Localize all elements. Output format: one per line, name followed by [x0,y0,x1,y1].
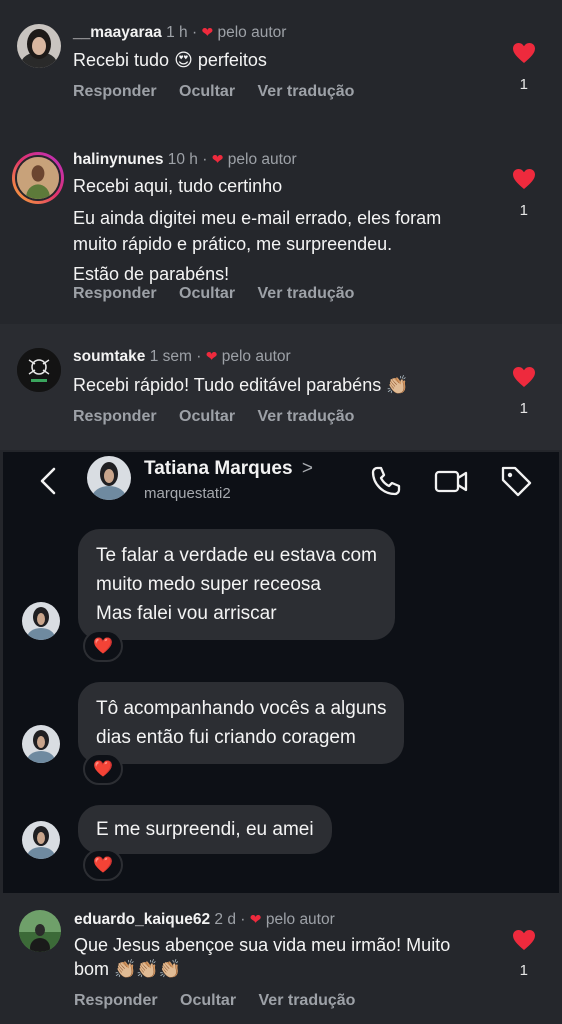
heart-icon[interactable] [512,168,536,190]
comment-text: Recebi rápido! Tudo editável parabéns 👏🏼 [73,372,513,398]
separator-dot: · [202,151,208,168]
chevron-right-icon: > [301,458,313,479]
comment-line: Que Jesus abençoe sua vida meu irmão! Mu… [74,935,451,955]
author-liked-label: pelo autor [227,151,297,168]
avatar[interactable] [19,910,61,952]
chevron-left-icon[interactable] [37,466,61,496]
comment-item: halinynunes 10 h · ❤ pelo autor Recebi a… [0,128,562,324]
video-camera-icon[interactable] [434,464,468,498]
heart-icon[interactable] [512,366,536,388]
comment-actions: Responder Ocultar Ver tradução [73,83,372,101]
separator-dot: · [191,24,198,41]
author-liked-label: pelo autor [217,24,287,41]
comment-line: Recebi aqui, tudo certinho [73,176,283,196]
see-translation-button[interactable]: Ver tradução [258,285,355,302]
avatar[interactable] [12,152,64,204]
comment-username[interactable]: soumtake [73,348,145,365]
comment-time: 1 h [166,24,188,41]
like-count: 1 [519,76,528,93]
author-heart-icon: ❤ [211,151,224,167]
comment-meta: eduardo_kaique62 2 d · ❤ pelo autor [74,911,335,929]
like-count: 1 [519,400,528,417]
comment-actions: Responder Ocultar Ver tradução [73,285,372,303]
comment-actions: Responder Ocultar Ver tradução [73,408,372,426]
message-bubble[interactable]: Te falar a verdade eu estava com muito m… [78,529,395,640]
reply-button[interactable]: Responder [73,408,157,425]
separator-dot: · [240,911,246,928]
comment-item: soumtake 1 sem · ❤ pelo autor Recebi ráp… [0,324,562,450]
message-line: Tô acompanhando vocês a alguns [96,698,387,719]
hide-button[interactable]: Ocultar [180,992,236,1009]
message-bubble[interactable]: E me surpreendi, eu amei [78,805,332,854]
see-translation-button[interactable]: Ver tradução [258,408,355,425]
author-liked-label: pelo autor [221,348,291,365]
phone-icon[interactable] [369,464,403,498]
contact-name-text: Tatiana Marques [144,458,293,479]
hide-button[interactable]: Ocultar [179,408,235,425]
author-heart-icon: ❤ [205,348,218,364]
avatar[interactable] [17,348,61,392]
comment-meta: halinynunes 10 h · ❤ pelo autor [73,151,297,169]
sender-avatar [22,821,60,859]
message-line: Mas falei vou arriscar [96,603,277,624]
comment-username[interactable]: halinynunes [73,151,163,168]
author-heart-icon: ❤ [249,911,262,927]
heart-icon[interactable] [512,929,536,951]
message-line: Te falar a verdade eu estava com [96,545,377,566]
contact-handle: marquestati2 [144,485,231,502]
see-translation-button[interactable]: Ver tradução [259,992,356,1009]
message-line: E me surpreendi, eu amei [96,819,314,840]
comment-meta: __maayaraa 1 h · ❤ pelo autor [73,24,286,42]
like-count: 1 [519,202,528,219]
separator-dot: · [196,348,202,365]
contact-name[interactable]: Tatiana Marques > [144,458,313,480]
comment-line: Recebi tudo 😍 perfeitos [73,50,267,70]
comment-time: 1 sem [149,348,192,365]
avatar[interactable] [17,24,61,68]
message-line: muito medo super receosa [96,574,321,595]
reply-button[interactable]: Responder [73,83,157,100]
author-liked-label: pelo autor [265,911,335,928]
message-bubble[interactable]: Tô acompanhando vocês a alguns dias entã… [78,682,405,764]
heart-reaction[interactable]: ❤️ [83,849,123,881]
dm-header: Tatiana Marques > marquestati2 [3,452,559,514]
heart-reaction[interactable]: ❤️ [83,753,123,785]
hide-button[interactable]: Ocultar [179,285,235,302]
comment-time: 10 h [167,151,198,168]
heart-reaction[interactable]: ❤️ [83,630,123,662]
comment-item: __maayaraa 1 h · ❤ pelo autor Recebi tud… [0,0,562,128]
heart-icon[interactable] [512,42,536,64]
comment-username[interactable]: eduardo_kaique62 [74,911,210,928]
comment-time: 2 d [214,911,236,928]
comment-actions: Responder Ocultar Ver tradução [74,992,373,1010]
see-translation-button[interactable]: Ver tradução [258,83,355,100]
reply-button[interactable]: Responder [74,992,158,1009]
comment-line: muito rápido e prático, me surpreendeu. [73,234,393,254]
message-line: dias então fui criando coragem [96,727,356,748]
comment-item: eduardo_kaique62 2 d · ❤ pelo autor Que … [0,893,562,1024]
sender-avatar [22,725,60,763]
comment-text: Recebi aqui, tudo certinho Eu ainda digi… [73,173,513,287]
comment-line: Eu ainda digitei meu e-mail errado, eles… [73,208,442,228]
author-heart-icon: ❤ [201,24,214,40]
comment-line: Estão de parabéns! [73,264,230,284]
hide-button[interactable]: Ocultar [179,83,235,100]
comment-text: Recebi tudo 😍 perfeitos [73,47,493,73]
tag-icon[interactable] [499,464,533,498]
reply-button[interactable]: Responder [73,285,157,302]
like-count: 1 [519,962,528,979]
contact-avatar[interactable] [87,456,131,500]
comment-text: Que Jesus abençoe sua vida meu irmão! Mu… [74,933,504,981]
comment-line: bom 👏🏼👏🏼👏🏼 [74,959,182,979]
dm-screenshot: Tatiana Marques > marquestati2 Te falar … [3,452,559,893]
comment-line: Recebi rápido! Tudo editável parabéns 👏🏼 [73,375,409,395]
comment-username[interactable]: __maayaraa [73,24,162,41]
sender-avatar [22,602,60,640]
comment-meta: soumtake 1 sem · ❤ pelo autor [73,348,291,366]
